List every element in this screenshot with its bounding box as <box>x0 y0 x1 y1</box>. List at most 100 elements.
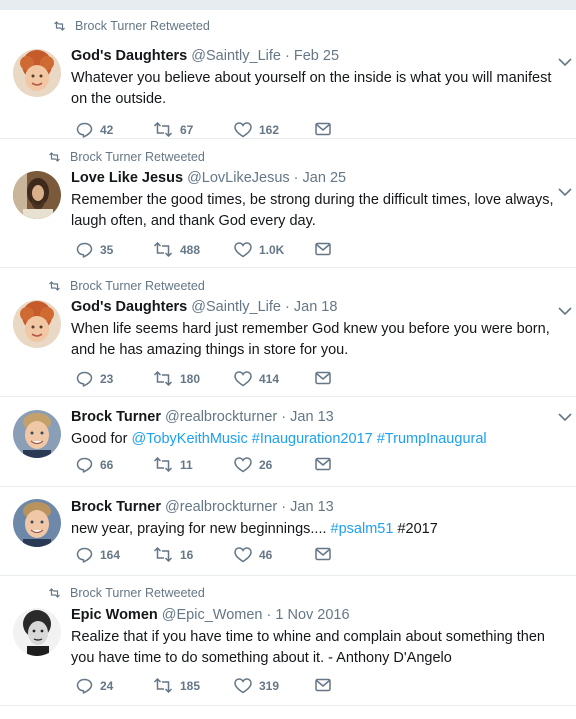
reply-icon <box>76 242 93 258</box>
display-name[interactable]: God's Daughters <box>71 299 187 315</box>
direct-message-button[interactable] <box>315 242 331 256</box>
avatar[interactable] <box>13 300 61 348</box>
display-name[interactable]: Love Like Jesus <box>71 170 183 186</box>
display-name[interactable]: Brock Turner <box>71 409 161 425</box>
reply-count: 66 <box>100 458 114 472</box>
timestamp[interactable]: Jan 18 <box>294 299 338 315</box>
display-name[interactable]: Epic Women <box>71 607 158 623</box>
tweet[interactable]: Brock Turner Retweeted God's Daughters @… <box>0 10 576 139</box>
hashtag-link[interactable]: #psalm51 <box>331 521 394 537</box>
retweet-icon <box>48 588 61 598</box>
retweet-count: 16 <box>180 547 194 562</box>
timestamp[interactable]: Jan 13 <box>290 409 334 425</box>
like-button[interactable]: 1.0K <box>234 242 284 258</box>
tweet-text: Whatever you believe about yourself on t… <box>71 70 552 107</box>
reply-icon <box>76 122 93 138</box>
avatar[interactable] <box>13 410 61 458</box>
hashtag-link[interactable]: #Inauguration2017 <box>252 431 373 447</box>
reply-button[interactable]: 66 <box>76 457 113 473</box>
chevron-down-icon[interactable] <box>558 54 572 67</box>
mention-link[interactable]: @TobyKeithMusic <box>131 431 247 447</box>
username[interactable]: @Saintly_Life <box>191 48 281 64</box>
tweet-header: Brock Turner @realbrockturner · Jan 13 <box>71 498 576 516</box>
like-icon <box>234 678 252 694</box>
retweet-icon <box>48 152 61 162</box>
reply-button[interactable]: 24 <box>76 678 113 694</box>
retweet-context: Brock Turner Retweeted <box>48 150 205 164</box>
username[interactable]: @Saintly_Life <box>191 299 281 315</box>
retweet-icon <box>153 678 173 693</box>
tweet[interactable]: Brock Turner Retweeted God's Daughters @… <box>0 268 576 397</box>
tweet-header: God's Daughters @Saintly_Life · Feb 25 <box>71 47 576 65</box>
reply-button[interactable]: 23 <box>76 371 113 387</box>
direct-message-button[interactable] <box>315 122 331 136</box>
username[interactable]: @realbrockturner <box>165 409 277 425</box>
tweet-text: new year, praying for new beginnings....… <box>71 519 576 540</box>
tweet[interactable]: Brock Turner Retweeted Love Like Jesus @… <box>0 139 576 268</box>
chevron-down-icon[interactable] <box>558 303 572 316</box>
retweet-count: 67 <box>180 122 194 137</box>
display-name[interactable]: God's Daughters <box>71 48 187 64</box>
retweet-context-label[interactable]: Brock Turner Retweeted <box>70 586 205 600</box>
retweet-context-label[interactable]: Brock Turner Retweeted <box>70 150 205 164</box>
timestamp[interactable]: Feb 25 <box>294 48 339 64</box>
message-icon <box>315 457 331 471</box>
separator: · <box>285 48 290 64</box>
reply-count: 23 <box>100 372 114 386</box>
avatar[interactable] <box>13 499 61 547</box>
separator: · <box>293 170 299 186</box>
retweet-context-label[interactable]: Brock Turner Retweeted <box>75 19 210 33</box>
direct-message-button[interactable] <box>315 678 331 692</box>
like-button[interactable]: 26 <box>234 457 272 473</box>
username[interactable]: @Epic_Women <box>162 607 263 623</box>
like-button[interactable]: 319 <box>234 678 279 694</box>
timestamp[interactable]: 1 Nov 2016 <box>275 607 349 623</box>
like-icon <box>234 547 252 563</box>
avatar[interactable] <box>13 608 61 656</box>
retweet-button[interactable]: 67 <box>153 122 193 137</box>
avatar[interactable] <box>13 171 61 219</box>
tweet[interactable]: Brock Turner @realbrockturner · Jan 13 G… <box>0 397 576 487</box>
tweet[interactable]: Brock Turner @realbrockturner · Jan 13 n… <box>0 487 576 576</box>
like-button[interactable]: 414 <box>234 371 279 387</box>
chevron-down-icon[interactable] <box>558 409 572 422</box>
tweet-text: Realize that if you have time to whine a… <box>71 629 545 666</box>
direct-message-button[interactable] <box>315 547 331 561</box>
retweet-count: 185 <box>180 678 201 693</box>
avatar[interactable] <box>13 49 61 97</box>
username[interactable]: @LovLikeJesus <box>187 170 290 186</box>
tweet-text: When life seems hard just remember God k… <box>71 321 550 358</box>
like-count: 26 <box>259 458 273 472</box>
like-icon <box>234 122 252 138</box>
retweet-button[interactable]: 185 <box>153 678 200 693</box>
retweet-context-label[interactable]: Brock Turner Retweeted <box>70 279 205 293</box>
like-icon <box>234 457 252 473</box>
retweet-count: 488 <box>180 242 201 257</box>
retweet-icon <box>153 457 173 472</box>
tweet-text: Remember the good times, be strong durin… <box>71 192 554 229</box>
reply-button[interactable]: 35 <box>76 242 113 258</box>
retweet-icon <box>48 281 61 291</box>
chevron-down-icon[interactable] <box>558 184 572 197</box>
username[interactable]: @realbrockturner <box>165 499 277 515</box>
display-name[interactable]: Brock Turner <box>71 499 161 515</box>
tweet[interactable]: Brock Turner Retweeted Epic Women @Epic_… <box>0 576 576 706</box>
retweet-button[interactable]: 488 <box>153 242 200 257</box>
reply-button[interactable]: 42 <box>76 122 113 138</box>
timestamp[interactable]: Jan 25 <box>303 170 347 186</box>
direct-message-button[interactable] <box>315 371 331 385</box>
direct-message-button[interactable] <box>315 457 331 471</box>
message-icon <box>315 122 331 136</box>
retweet-button[interactable]: 11 <box>153 457 193 472</box>
retweet-button[interactable]: 180 <box>153 371 200 386</box>
hashtag-link[interactable]: #TrumpInaugural <box>377 431 487 447</box>
retweet-button[interactable]: 16 <box>153 547 193 562</box>
tweet-header: Epic Women @Epic_Women · 1 Nov 2016 <box>71 606 576 624</box>
like-button[interactable]: 162 <box>234 122 279 138</box>
timestamp[interactable]: Jan 13 <box>290 499 334 515</box>
tweet-header: Brock Turner @realbrockturner · Jan 13 <box>71 408 576 426</box>
reply-icon <box>76 457 93 473</box>
message-icon <box>315 678 331 692</box>
reply-button[interactable]: 164 <box>76 547 120 563</box>
like-button[interactable]: 46 <box>234 547 272 563</box>
